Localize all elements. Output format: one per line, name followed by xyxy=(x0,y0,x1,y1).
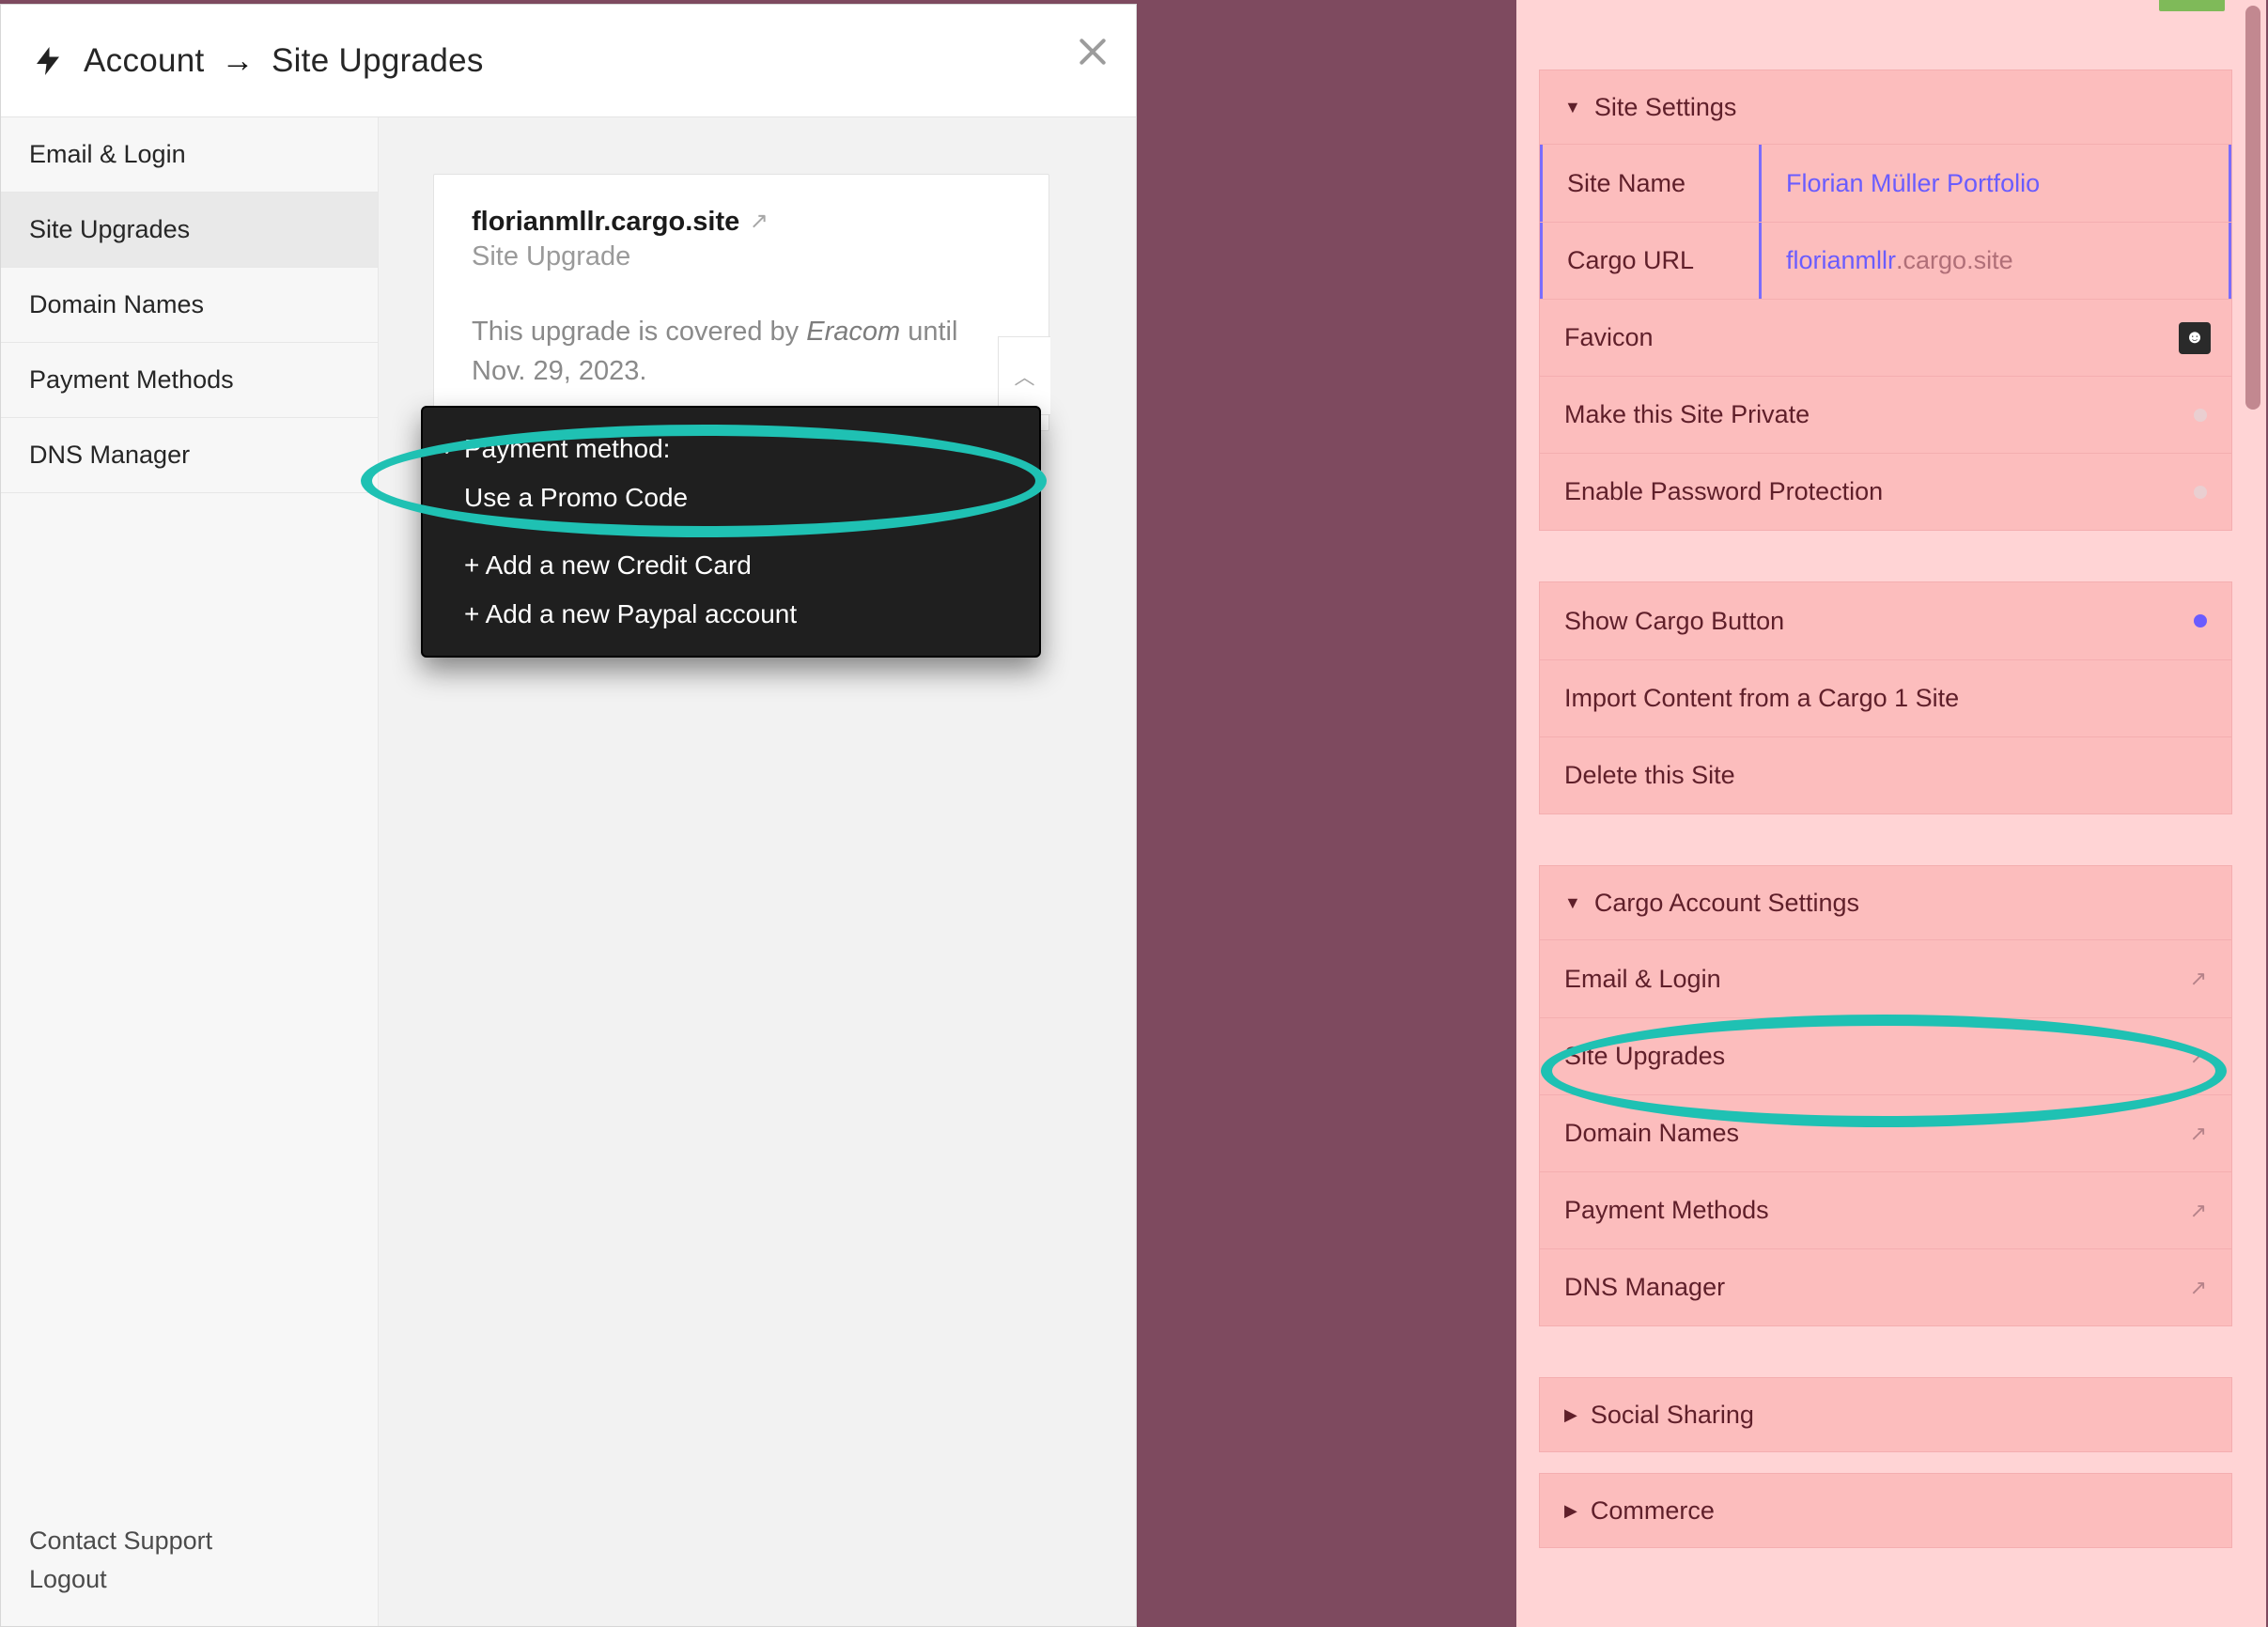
row-favicon[interactable]: Favicon ☻ xyxy=(1540,299,2231,376)
external-link-icon: ↗ xyxy=(2190,1199,2207,1223)
site-name-value[interactable]: Florian Müller Portfolio xyxy=(1762,145,2231,222)
payment-method-dropdown: ✓ Payment method: ✓ Use a Promo Code ✓ +… xyxy=(421,406,1041,658)
external-link-icon[interactable]: ↗ xyxy=(750,208,769,235)
publish-indicator[interactable] xyxy=(2159,0,2225,11)
acct-row-payment-methods[interactable]: Payment Methods ↗ xyxy=(1540,1171,2231,1248)
chevron-up-icon[interactable]: ︿ xyxy=(998,336,1050,415)
account-side-nav: Email & Login Site Upgrades Domain Names… xyxy=(1,117,379,1626)
modal-content: florianmllr.cargo.site ↗ Site Upgrade Th… xyxy=(379,117,1136,1626)
triangle-down-icon: ▼ xyxy=(1564,893,1581,913)
modal-header: Account → Site Upgrades xyxy=(1,5,1136,117)
logout-link[interactable]: Logout xyxy=(29,1565,350,1594)
favicon-preview-icon: ☻ xyxy=(2179,322,2211,354)
acct-row-site-upgrades[interactable]: Site Upgrades ↗ xyxy=(1540,1017,2231,1094)
triangle-down-icon: ▼ xyxy=(1564,98,1581,117)
account-modal: Account → Site Upgrades Email & Login Si… xyxy=(0,4,1137,1627)
dropdown-item-promo-code[interactable]: ✓ Use a Promo Code xyxy=(423,473,1039,522)
site-domain[interactable]: florianmllr.cargo.site xyxy=(472,207,739,237)
breadcrumb-root[interactable]: Account xyxy=(84,42,205,79)
triangle-right-icon: ▶ xyxy=(1564,1405,1577,1425)
toggle-on-icon[interactable] xyxy=(2194,614,2207,628)
triangle-right-icon: ▶ xyxy=(1564,1501,1577,1521)
contact-support-link[interactable]: Contact Support xyxy=(29,1526,350,1556)
acct-row-domain-names[interactable]: Domain Names ↗ xyxy=(1540,1094,2231,1171)
scrollbar[interactable] xyxy=(2245,6,2260,410)
nav-item-domain-names[interactable]: Domain Names xyxy=(1,268,378,343)
acct-row-dns-manager[interactable]: DNS Manager ↗ xyxy=(1540,1248,2231,1325)
settings-panel: ▼ Site Settings Site Name Florian Müller… xyxy=(1516,0,2266,1627)
upgrade-subtitle: Site Upgrade xyxy=(472,241,1011,272)
breadcrumb: Account → Site Upgrades xyxy=(84,42,484,80)
row-import-cargo1[interactable]: Import Content from a Cargo 1 Site xyxy=(1540,659,2231,736)
check-icon: ✓ xyxy=(442,437,464,461)
group-account-settings: ▼ Cargo Account Settings Email & Login ↗… xyxy=(1539,865,2232,1326)
dropdown-item-payment-method[interactable]: ✓ Payment method: xyxy=(423,425,1039,473)
external-link-icon: ↗ xyxy=(2190,1122,2207,1146)
toggle-off-icon[interactable] xyxy=(2194,409,2207,422)
site-settings-header[interactable]: ▼ Site Settings xyxy=(1539,70,2232,145)
external-link-icon: ↗ xyxy=(2190,1276,2207,1300)
external-link-icon: ↗ xyxy=(2190,1045,2207,1069)
cargo-lightning-icon xyxy=(27,40,69,82)
group-site-settings: ▼ Site Settings Site Name Florian Müller… xyxy=(1539,70,2232,531)
group-social-sharing: ▶ Social Sharing xyxy=(1539,1377,2232,1452)
row-make-private[interactable]: Make this Site Private xyxy=(1540,376,2231,453)
row-site-name[interactable]: Site Name Florian Müller Portfolio xyxy=(1540,145,2231,222)
acct-row-email-login[interactable]: Email & Login ↗ xyxy=(1540,940,2231,1017)
group-site-misc: Show Cargo Button Import Content from a … xyxy=(1539,581,2232,814)
row-delete-site[interactable]: Delete this Site xyxy=(1540,736,2231,814)
nav-item-payment-methods[interactable]: Payment Methods xyxy=(1,343,378,418)
upgrade-covered-text: This upgrade is covered by Eracom until … xyxy=(472,312,1011,391)
site-name-label: Site Name xyxy=(1540,145,1762,222)
group-commerce: ▶ Commerce xyxy=(1539,1473,2232,1548)
dropdown-item-add-credit-card[interactable]: ✓ + Add a new Credit Card xyxy=(423,541,1039,590)
row-show-cargo-button[interactable]: Show Cargo Button xyxy=(1540,582,2231,659)
cargo-url-value[interactable]: florianmllr.cargo.site xyxy=(1762,223,2231,299)
cargo-url-label: Cargo URL xyxy=(1540,223,1762,299)
breadcrumb-leaf: Site Upgrades xyxy=(272,42,484,79)
nav-item-site-upgrades[interactable]: Site Upgrades xyxy=(1,193,378,268)
row-enable-password[interactable]: Enable Password Protection xyxy=(1540,453,2231,530)
account-settings-header[interactable]: ▼ Cargo Account Settings xyxy=(1539,865,2232,940)
toggle-off-icon[interactable] xyxy=(2194,486,2207,499)
close-icon[interactable] xyxy=(1074,33,1111,70)
nav-item-email-login[interactable]: Email & Login xyxy=(1,117,378,193)
social-sharing-header[interactable]: ▶ Social Sharing xyxy=(1539,1377,2232,1452)
row-cargo-url[interactable]: Cargo URL florianmllr.cargo.site xyxy=(1540,222,2231,299)
breadcrumb-arrow-icon: → xyxy=(222,42,255,79)
nav-item-dns-manager[interactable]: DNS Manager xyxy=(1,418,378,493)
site-upgrade-card: florianmllr.cargo.site ↗ Site Upgrade Th… xyxy=(433,174,1049,431)
commerce-header[interactable]: ▶ Commerce xyxy=(1539,1473,2232,1548)
external-link-icon: ↗ xyxy=(2190,967,2207,991)
dropdown-item-add-paypal[interactable]: ✓ + Add a new Paypal account xyxy=(423,590,1039,639)
